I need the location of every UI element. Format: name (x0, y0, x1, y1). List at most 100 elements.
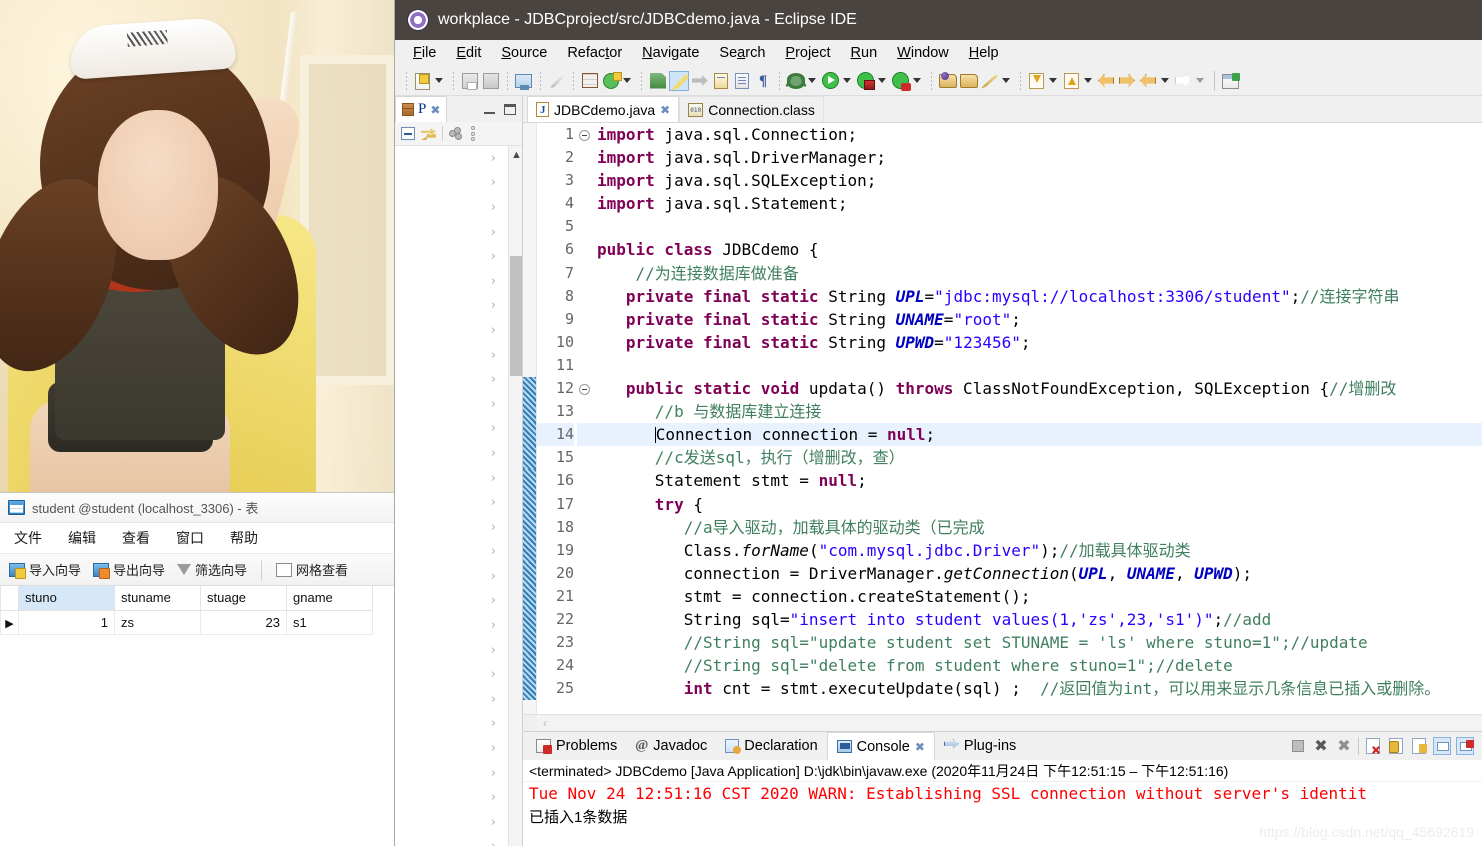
db-result-grid[interactable]: stuno stuname stuage gname ▶ 1 zs 23 s1 (0, 586, 394, 635)
terminate-icon[interactable] (1289, 737, 1307, 755)
explorer-tree-item[interactable]: › (395, 220, 522, 245)
chevron-right-icon[interactable]: › (491, 741, 496, 756)
fold-marker[interactable] (577, 377, 591, 400)
explorer-tree-item[interactable]: › (395, 712, 522, 737)
grid-view-button[interactable]: 网格查看 (273, 558, 351, 581)
code-line[interactable]: private final static String UPWD="123456… (591, 331, 1482, 354)
menu-refactor[interactable]: Refactor (557, 43, 632, 63)
code-line[interactable]: connection = DriverManager.getConnection… (591, 562, 1482, 585)
previous-annotation-icon[interactable] (1062, 71, 1082, 91)
save-icon[interactable] (460, 71, 480, 91)
tab-package-explorer[interactable]: P ✖ (395, 96, 448, 122)
close-icon[interactable]: ✖ (660, 103, 670, 117)
menu-run[interactable]: Run (841, 43, 888, 63)
code-line[interactable]: //c发送sql，执行（增删改，查） (591, 446, 1482, 469)
remove-launch-icon[interactable]: ✖ (1312, 737, 1330, 755)
back-icon[interactable] (1097, 71, 1117, 91)
chevron-right-icon[interactable]: › (491, 716, 496, 731)
editor-source-code[interactable]: import java.sql.Connection; import java.s… (591, 123, 1482, 714)
cell-stuname[interactable]: zs (114, 609, 201, 635)
chevron-right-icon[interactable]: › (491, 372, 496, 387)
annotate-icon[interactable] (547, 71, 567, 91)
close-icon[interactable]: ✖ (915, 740, 925, 754)
chevron-right-icon[interactable]: › (491, 544, 496, 559)
column-header-stuname[interactable]: stuname (114, 586, 201, 611)
code-line[interactable]: //b 与数据库建立连接 (591, 400, 1482, 423)
display-console-icon[interactable] (1433, 737, 1451, 755)
explorer-tree-item[interactable]: › (395, 761, 522, 786)
explorer-tree-item[interactable]: › (395, 466, 522, 491)
refresh-dropdown-icon[interactable] (623, 78, 631, 83)
explorer-tree-item[interactable]: › (395, 441, 522, 466)
chevron-right-icon[interactable]: › (491, 790, 496, 805)
explorer-tree-item[interactable]: › (395, 589, 522, 614)
code-line[interactable]: import java.sql.Connection; (591, 123, 1482, 146)
explorer-tree-item[interactable]: › (395, 736, 522, 761)
cell-gname[interactable]: s1 (286, 609, 373, 635)
chevron-right-icon[interactable]: › (491, 667, 496, 682)
new-dropdown-icon[interactable] (435, 78, 443, 83)
chevron-right-icon[interactable]: › (491, 298, 496, 313)
menu-search[interactable]: Search (709, 43, 775, 63)
tab-problems[interactable]: Problems (527, 732, 626, 760)
code-line[interactable]: String sql="insert into student values(1… (591, 608, 1482, 631)
explorer-tree-item[interactable]: › (395, 835, 522, 846)
chevron-right-icon[interactable]: › (491, 397, 496, 412)
paragraph-icon[interactable]: ¶ (753, 71, 773, 91)
explorer-tree-item[interactable]: › (395, 146, 522, 171)
chevron-right-icon[interactable]: › (491, 175, 496, 190)
view-menu-icon[interactable] (470, 126, 475, 141)
collapse-all-icon[interactable] (401, 127, 415, 140)
chevron-right-icon[interactable]: › (491, 766, 496, 781)
menu-project[interactable]: Project (775, 43, 840, 63)
scroll-lock-icon[interactable] (1410, 737, 1428, 755)
toggle-breakpoint-icon[interactable] (648, 71, 668, 91)
close-icon[interactable]: ✖ (430, 103, 440, 117)
code-line[interactable] (591, 215, 1482, 238)
menu-help[interactable]: Help (959, 43, 1009, 63)
new-wizard-icon[interactable] (980, 71, 1000, 91)
tab-jdbcdemo-java[interactable]: JDBCdemo.java ✖ (527, 96, 680, 122)
explorer-scroll-thumb[interactable] (510, 256, 522, 376)
chevron-right-icon[interactable]: › (491, 421, 496, 436)
explorer-tree-item[interactable]: › (395, 687, 522, 712)
code-line[interactable]: try { (591, 493, 1482, 516)
menu-source[interactable]: Source (491, 43, 557, 63)
chevron-right-icon[interactable]: › (491, 569, 496, 584)
explorer-tree-item[interactable]: › (395, 367, 522, 392)
db-menu-view[interactable]: 查看 (122, 528, 150, 548)
column-header-stuage[interactable]: stuage (200, 586, 287, 611)
forward-history-dropdown-icon[interactable] (1196, 78, 1204, 83)
code-line[interactable]: //a导入驱动，加载具体的驱动类（已完成 (591, 516, 1482, 539)
export-wizard-button[interactable]: 导出向导 (90, 558, 168, 581)
refresh-icon[interactable] (601, 71, 622, 91)
tab-javadoc[interactable]: @ Javadoc (626, 732, 716, 760)
next-annotation-icon[interactable] (1027, 71, 1047, 91)
tab-plug-ins[interactable]: Plug-ins (935, 732, 1025, 760)
explorer-tree-item[interactable]: › (395, 613, 522, 638)
explorer-tree-item[interactable]: › (395, 392, 522, 417)
explorer-scrollbar[interactable]: ▲ (508, 146, 522, 846)
explorer-tree-item[interactable]: › (395, 244, 522, 269)
explorer-tree-item[interactable]: › (395, 810, 522, 835)
chevron-right-icon[interactable]: › (491, 348, 496, 363)
chevron-right-icon[interactable]: › (491, 593, 496, 608)
debug-icon[interactable] (786, 71, 806, 91)
explorer-tree-item[interactable]: › (395, 785, 522, 810)
console-output[interactable]: Tue Nov 24 12:51:16 CST 2020 WARN: Estab… (523, 782, 1482, 846)
code-line[interactable]: Connection connection = null; (591, 423, 1482, 447)
run-dropdown-icon[interactable] (843, 78, 851, 83)
code-line[interactable]: Class.forName("com.mysql.jdbc.Driver");/… (591, 539, 1482, 562)
chevron-right-icon[interactable]: › (491, 200, 496, 215)
code-line[interactable]: //String sql="delete from student where … (591, 654, 1482, 677)
db-menu-window[interactable]: 窗口 (176, 528, 204, 548)
open-type-search-icon[interactable] (938, 71, 958, 91)
db-menu-help[interactable]: 帮助 (230, 528, 258, 548)
code-line[interactable]: public class JDBCdemo { (591, 238, 1482, 261)
explorer-tree-item[interactable]: › (395, 638, 522, 663)
back-history-icon[interactable] (1139, 71, 1159, 91)
chevron-right-icon[interactable]: › (491, 815, 496, 830)
scroll-up-icon[interactable]: ▲ (511, 149, 522, 161)
chevron-right-icon[interactable]: › (491, 495, 496, 510)
code-line[interactable]: import java.sql.SQLException; (591, 169, 1482, 192)
